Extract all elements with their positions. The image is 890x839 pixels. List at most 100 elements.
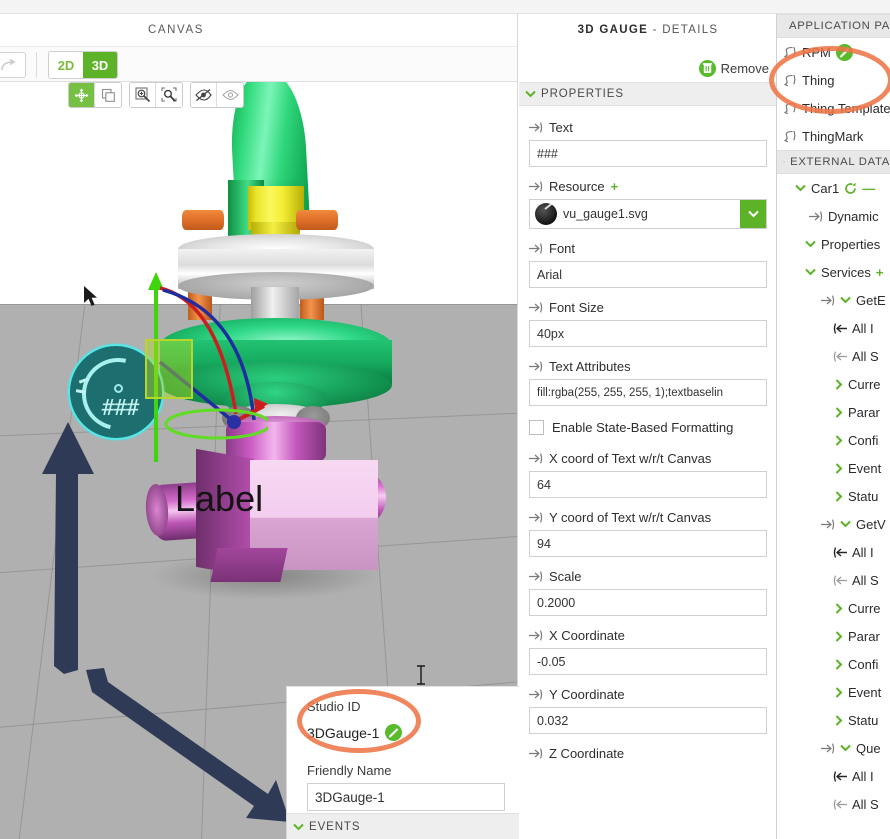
- friendly-name-field[interactable]: [307, 783, 505, 811]
- resource-dropdown-caret[interactable]: [740, 200, 766, 228]
- add-resource-icon[interactable]: +: [611, 179, 619, 194]
- tree-item-all-sel-3[interactable]: All S: [777, 790, 890, 818]
- tree-item-thingmark[interactable]: ThingMark: [777, 122, 890, 150]
- tree-item-rpm[interactable]: RPM: [777, 38, 890, 66]
- model-toolbar[interactable]: [68, 82, 244, 108]
- chevron-right-icon: [835, 379, 843, 390]
- tree-panel[interactable]: APPLICATION PA RPM Thing Thing Templa: [777, 14, 890, 839]
- properties-list[interactable]: Text Resource + vu_gauge1.svg: [519, 108, 777, 839]
- gizmo-rotation-ring: [166, 410, 268, 438]
- field-resource-label: Resource: [549, 179, 605, 194]
- tree-item-events-2[interactable]: Event: [777, 678, 890, 706]
- binding-icon: [783, 102, 797, 114]
- state-based-formatting-checkbox[interactable]: [529, 420, 544, 435]
- tree-item-service-1[interactable]: GetE: [777, 286, 890, 314]
- field-text-attributes-label-row: Text Attributes: [529, 359, 767, 374]
- studio-id-value-row: 3DGauge-1: [287, 724, 519, 741]
- external-data-section-header[interactable]: EXTERNAL DATA: [777, 150, 890, 174]
- tree-item-service-3[interactable]: Que: [777, 734, 890, 762]
- y-coordinate-field[interactable]: [529, 707, 767, 734]
- state-based-formatting-row[interactable]: Enable State-Based Formatting: [519, 420, 777, 435]
- state-based-formatting-label: Enable State-Based Formatting: [552, 420, 733, 435]
- binding-arrow-left-icon: [833, 575, 847, 586]
- tree-item-current-1[interactable]: Curre: [777, 370, 890, 398]
- text-field[interactable]: [529, 140, 767, 167]
- x-coord-text-field[interactable]: [529, 471, 767, 498]
- field-y-coordinate-label: Y Coordinate: [549, 687, 625, 702]
- show-button[interactable]: [217, 83, 243, 107]
- details-panel: 3D GAUGE - DETAILS Remove PROPERTIES: [519, 14, 777, 839]
- zoom-selection-button[interactable]: [156, 83, 182, 107]
- tree-item-services[interactable]: Services +: [777, 258, 890, 286]
- zoom-in-button[interactable]: [130, 83, 156, 107]
- toolbar-divider: [36, 52, 37, 78]
- tree-item-thing-template[interactable]: Thing Template: [777, 94, 890, 122]
- pencil-icon: [839, 47, 850, 58]
- hide-button[interactable]: [191, 83, 217, 107]
- events-section-header[interactable]: EVENTS: [287, 813, 519, 839]
- field-y-coord-text-label: Y coord of Text w/r/t Canvas: [549, 510, 711, 525]
- text-attributes-field[interactable]: [529, 379, 767, 406]
- refresh-icon[interactable]: [844, 182, 857, 195]
- application-parameters-section-header[interactable]: APPLICATION PA: [777, 14, 890, 38]
- dimension-toggle[interactable]: 2D 3D: [48, 51, 118, 79]
- field-z-coordinate-label-row: Z Coordinate: [529, 746, 767, 761]
- remove-entity-icon[interactable]: —: [862, 181, 875, 196]
- tree-item-car1[interactable]: Car1 —: [777, 174, 890, 202]
- field-text-label-row: Text: [529, 120, 767, 135]
- binding-arrow-right-icon: [529, 361, 543, 372]
- events-section-label: EVENTS: [309, 821, 360, 833]
- tree-item-params-1-label: Parar: [848, 405, 880, 420]
- binding-arrow-left-icon: [833, 351, 847, 362]
- scale-field[interactable]: [529, 589, 767, 616]
- copy-tool-button[interactable]: [95, 83, 121, 107]
- tree-item-all-sel-1[interactable]: All S: [777, 342, 890, 370]
- tree-item-all-in-1[interactable]: All I: [777, 314, 890, 342]
- details-title-rest: - DETAILS: [648, 24, 718, 36]
- tree-item-status-1[interactable]: Statu: [777, 482, 890, 510]
- application-parameters-label: APPLICATION PA: [789, 20, 890, 32]
- binding-icon: [783, 46, 797, 58]
- binding-arrow-left-icon: [833, 547, 847, 558]
- redo-button[interactable]: [0, 52, 26, 78]
- tree-item-properties-label: Properties: [821, 237, 880, 252]
- tree-item-config-1[interactable]: Confi: [777, 426, 890, 454]
- trash-icon: [699, 60, 716, 77]
- binding-arrow-right-icon: [529, 748, 543, 759]
- tree-item-all-in-2[interactable]: All I: [777, 538, 890, 566]
- tree-item-current-2[interactable]: Curre: [777, 594, 890, 622]
- properties-section-header[interactable]: PROPERTIES: [519, 82, 777, 106]
- add-service-icon[interactable]: +: [876, 265, 884, 280]
- tree-item-events-1[interactable]: Event: [777, 454, 890, 482]
- remove-button[interactable]: Remove: [699, 60, 769, 77]
- tree-item-params-1[interactable]: Parar: [777, 398, 890, 426]
- move-tool-button[interactable]: [69, 83, 95, 107]
- resource-select[interactable]: vu_gauge1.svg: [529, 199, 767, 229]
- binding-arrow-right-icon: [821, 295, 835, 306]
- tree-item-params-2[interactable]: Parar: [777, 622, 890, 650]
- field-x-coordinate-label-row: X Coordinate: [529, 628, 767, 643]
- tree-item-thing[interactable]: Thing: [777, 66, 890, 94]
- tree-item-all-sel-2[interactable]: All S: [777, 566, 890, 594]
- tree-item-properties[interactable]: Properties: [777, 230, 890, 258]
- x-coordinate-field[interactable]: [529, 648, 767, 675]
- 3d-mode-button[interactable]: 3D: [83, 52, 117, 78]
- tree-item-service-2-label: GetV: [856, 517, 886, 532]
- tree-item-all-in-1-label: All I: [852, 321, 874, 336]
- tree-item-dynamic[interactable]: Dynamic: [777, 202, 890, 230]
- edit-pencil-badge-icon[interactable]: [836, 44, 853, 61]
- tree-item-status-2[interactable]: Statu: [777, 706, 890, 734]
- field-font-size-label: Font Size: [549, 300, 604, 315]
- y-coord-text-field[interactable]: [529, 530, 767, 557]
- font-field[interactable]: [529, 261, 767, 288]
- font-size-field[interactable]: [529, 320, 767, 347]
- tree-item-service-2[interactable]: GetV: [777, 510, 890, 538]
- edit-pencil-badge-icon[interactable]: [385, 724, 402, 741]
- tree-item-all-in-3[interactable]: All I: [777, 762, 890, 790]
- tree-item-events-2-label: Event: [848, 685, 881, 700]
- 2d-mode-button[interactable]: 2D: [49, 52, 83, 78]
- binding-arrow-right-icon: [529, 630, 543, 641]
- tree-item-config-1-label: Confi: [848, 433, 878, 448]
- tree-item-config-2[interactable]: Confi: [777, 650, 890, 678]
- field-y-coord-text: Y coord of Text w/r/t Canvas: [519, 510, 777, 557]
